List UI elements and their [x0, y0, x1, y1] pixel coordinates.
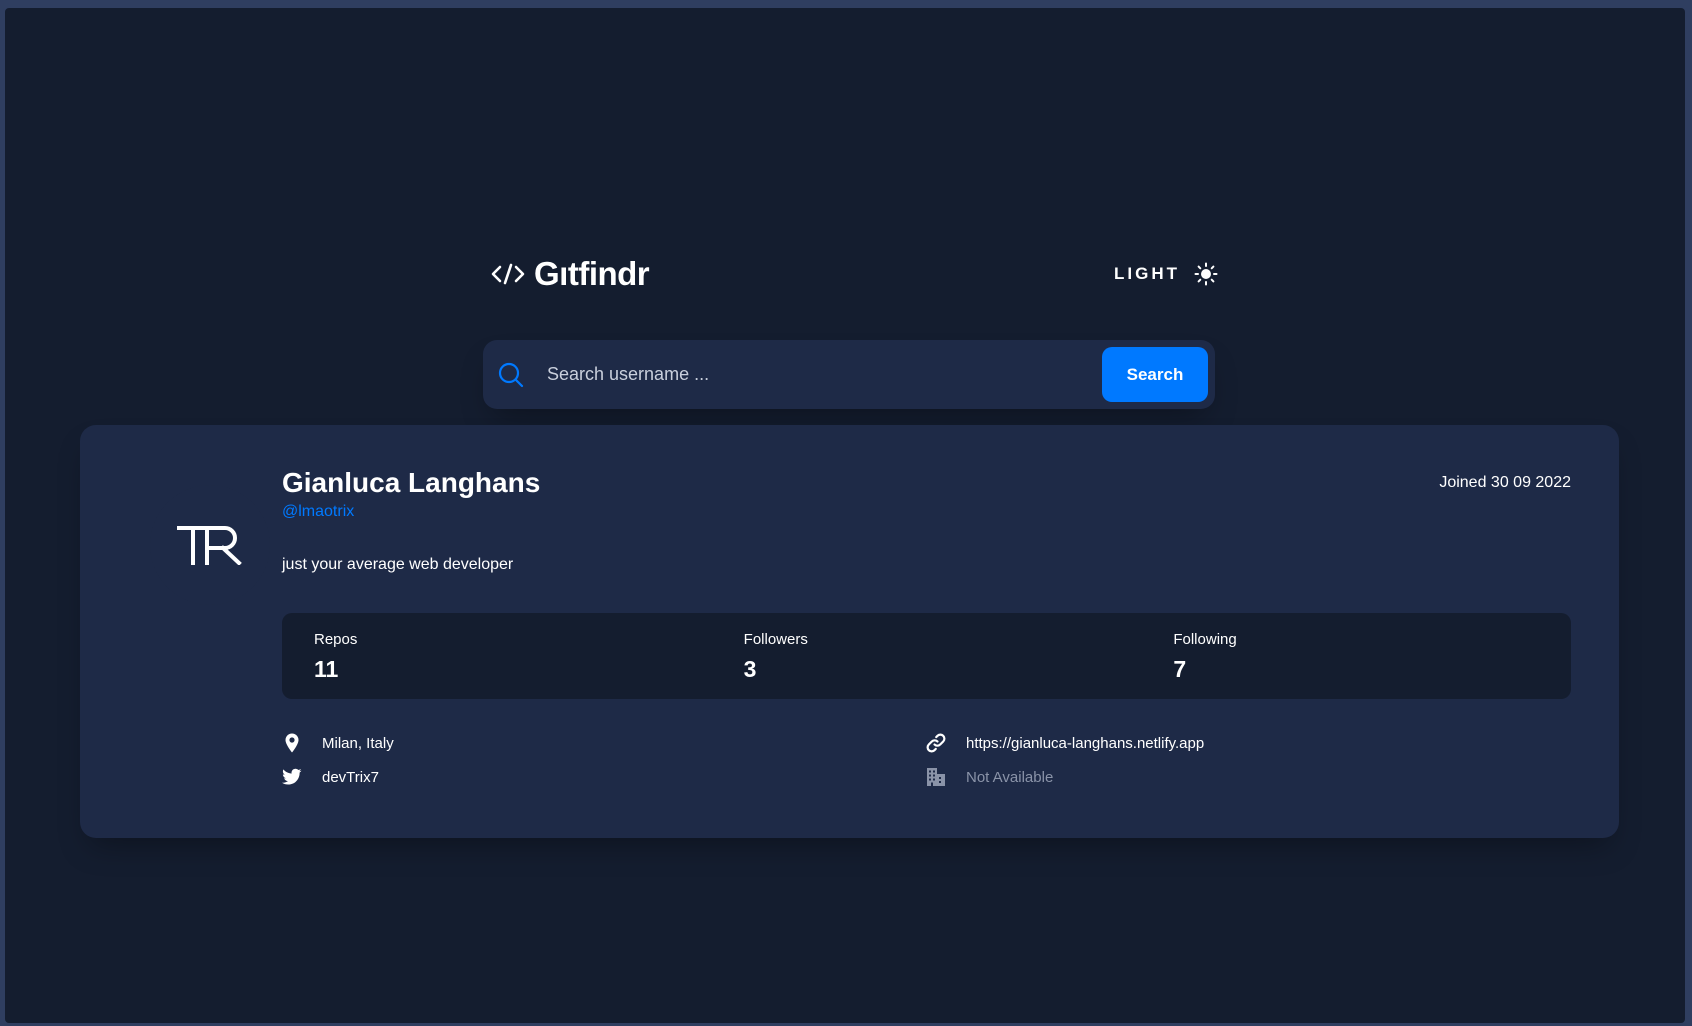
- search-bar: Search: [483, 340, 1215, 409]
- stat-following: Following 7: [1141, 613, 1571, 699]
- theme-toggle-button[interactable]: LIGHT: [1114, 262, 1218, 286]
- location-icon: [282, 732, 302, 754]
- user-bio: just your average web developer: [282, 556, 514, 573]
- avatar: [150, 485, 270, 605]
- company-text: Not Available: [966, 768, 1054, 786]
- stat-label: Repos: [314, 631, 358, 648]
- search-input[interactable]: [545, 363, 1102, 386]
- joined-date: Joined 30 09 2022: [1439, 474, 1571, 491]
- profile-links: Milan, Italy https://gianluca-langhans.n…: [282, 732, 1571, 788]
- avatar-logo: [177, 526, 242, 565]
- blog-link[interactable]: https://gianluca-langhans.netlify.app: [966, 735, 1204, 752]
- stat-label: Followers: [743, 631, 808, 648]
- link-icon: [926, 732, 946, 754]
- user-name: Gianluca Langhans: [282, 467, 541, 498]
- stat-value: 7: [1173, 656, 1187, 682]
- theme-toggle-label: LIGHT: [1114, 264, 1180, 283]
- code-icon: [491, 263, 525, 285]
- twitter-handle[interactable]: devTrix7: [322, 769, 379, 786]
- logo-text: Gıtfindr: [534, 255, 650, 292]
- stat-value: 11: [314, 656, 339, 682]
- profile-card: Gianluca Langhans @lmaotrix Joined 30 09…: [80, 425, 1619, 838]
- user-login-link[interactable]: @lmaotrix: [282, 503, 354, 521]
- stat-repos: Repos 11: [282, 613, 712, 699]
- blog-item: https://gianluca-langhans.netlify.app: [926, 732, 1571, 754]
- logo[interactable]: Gıtfindr: [490, 255, 650, 293]
- sun-icon: [1194, 262, 1218, 286]
- search-icon: [498, 362, 524, 387]
- stat-value: 3: [743, 656, 757, 682]
- search-button[interactable]: Search: [1102, 347, 1208, 402]
- location-text: Milan, Italy: [322, 734, 394, 752]
- company-icon: [926, 766, 946, 788]
- twitter-item: devTrix7: [282, 766, 926, 788]
- location-item: Milan, Italy: [282, 732, 926, 754]
- app-window: Gıtfindr LIGHT Search username ... Searc…: [5, 8, 1685, 1023]
- company-item: Not Available: [926, 766, 1571, 788]
- stats-panel: Repos 11 Followers 3 Following 7: [282, 613, 1571, 699]
- stat-label: Following: [1173, 631, 1237, 648]
- header: Gıtfindr LIGHT: [490, 254, 1218, 294]
- twitter-icon: [282, 766, 302, 788]
- stat-followers: Followers 3: [712, 613, 1142, 699]
